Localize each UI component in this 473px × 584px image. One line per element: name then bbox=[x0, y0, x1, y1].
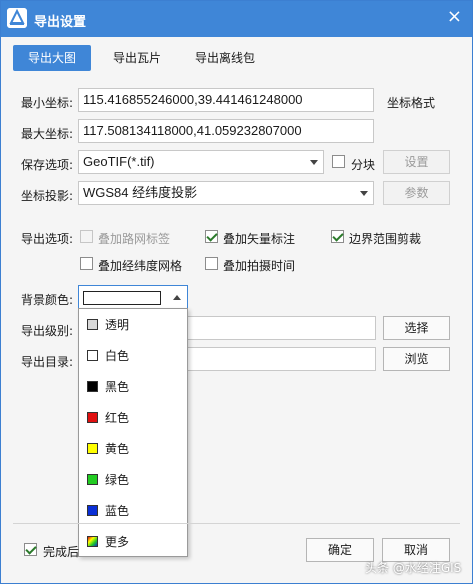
color-option-label: 白色 bbox=[105, 349, 130, 363]
boundary-clip-checkbox[interactable] bbox=[331, 230, 344, 243]
close-icon[interactable]: × bbox=[447, 8, 462, 26]
overlay-vector-labels-checkbox[interactable] bbox=[205, 230, 218, 243]
overlay-grid-label: 叠加经纬度网格 bbox=[98, 259, 183, 273]
color-option-black[interactable]: 黑色 bbox=[79, 371, 187, 402]
green-swatch-icon bbox=[87, 474, 98, 485]
color-option-red[interactable]: 红色 bbox=[79, 402, 187, 433]
overlay-road-labels-label: 叠加路网标签 bbox=[98, 232, 171, 246]
select-level-button[interactable]: 选择 bbox=[383, 316, 450, 340]
watermark-text: 头条 @水经注GIS bbox=[365, 561, 462, 575]
color-option-label: 绿色 bbox=[105, 473, 130, 487]
overlay-capture-time-checkbox[interactable] bbox=[205, 257, 218, 270]
color-swatch bbox=[83, 291, 161, 305]
boundary-clip-label: 边界范围剪裁 bbox=[349, 232, 422, 246]
export-options-label: 导出选项: bbox=[21, 232, 74, 246]
settings-button[interactable]: 设置 bbox=[383, 150, 450, 174]
chevron-down-icon bbox=[360, 191, 368, 196]
title-bar[interactable]: 导出设置 × bbox=[1, 1, 472, 37]
color-option-label: 透明 bbox=[105, 318, 130, 332]
save-format-value: GeoTIF(*.tif) bbox=[83, 154, 155, 169]
color-option-label: 蓝色 bbox=[105, 504, 130, 518]
yellow-swatch-icon bbox=[87, 443, 98, 454]
chevron-down-icon bbox=[310, 160, 318, 165]
max-coord-input[interactable]: 117.508134118000,41.059232807000 bbox=[78, 119, 374, 143]
done-action-label: 完成后 bbox=[43, 545, 80, 559]
tab-export-tiles[interactable]: 导出瓦片 bbox=[101, 45, 173, 71]
min-coord-label: 最小坐标: bbox=[21, 96, 74, 110]
color-option-label: 黑色 bbox=[105, 380, 130, 394]
browse-button[interactable]: 浏览 bbox=[383, 347, 450, 371]
projection-value: WGS84 经纬度投影 bbox=[83, 185, 198, 200]
coord-format-label[interactable]: 坐标格式 bbox=[387, 94, 435, 111]
max-coord-label: 最大坐标: bbox=[21, 127, 74, 141]
export-level-label: 导出级别: bbox=[21, 324, 74, 338]
black-swatch-icon bbox=[87, 381, 98, 392]
dialog-title: 导出设置 bbox=[34, 15, 87, 30]
app-logo-icon bbox=[7, 8, 27, 28]
color-option-white[interactable]: 白色 bbox=[79, 340, 187, 371]
save-option-label: 保存选项: bbox=[21, 158, 74, 172]
overlay-grid-checkbox[interactable] bbox=[80, 257, 93, 270]
color-option-yellow[interactable]: 黄色 bbox=[79, 433, 187, 464]
palette-swatch-icon bbox=[87, 536, 98, 547]
projection-select[interactable]: WGS84 经纬度投影 bbox=[78, 181, 374, 205]
red-swatch-icon bbox=[87, 412, 98, 423]
ok-button[interactable]: 确定 bbox=[306, 538, 374, 562]
footer-divider bbox=[13, 523, 460, 524]
tiling-label: 分块 bbox=[351, 158, 376, 172]
tiling-checkbox[interactable] bbox=[332, 155, 345, 168]
projection-label: 坐标投影: bbox=[21, 189, 74, 203]
color-option-green[interactable]: 绿色 bbox=[79, 464, 187, 495]
chevron-up-icon bbox=[173, 295, 181, 300]
color-option-label: 更多 bbox=[105, 535, 130, 549]
min-coord-input[interactable]: 115.416855246000,39.441461248000 bbox=[78, 88, 374, 112]
done-action-checkbox[interactable] bbox=[24, 543, 37, 556]
overlay-vector-labels-label: 叠加矢量标注 bbox=[223, 232, 296, 246]
color-option-more[interactable]: 更多 bbox=[79, 526, 187, 557]
color-option-blue[interactable]: 蓝色 bbox=[79, 495, 187, 526]
blue-swatch-icon bbox=[87, 505, 98, 516]
color-option-label: 红色 bbox=[105, 411, 130, 425]
overlay-road-labels-checkbox[interactable] bbox=[80, 230, 93, 243]
params-button[interactable]: 参数 bbox=[383, 181, 450, 205]
tab-export-offline-package[interactable]: 导出离线包 bbox=[183, 45, 267, 71]
color-option-transparent[interactable]: 透明 bbox=[79, 309, 187, 340]
bg-color-label: 背景颜色: bbox=[21, 293, 74, 307]
bg-color-select[interactable] bbox=[78, 285, 188, 309]
transparent-swatch-icon bbox=[87, 319, 98, 330]
export-dir-label: 导出目录: bbox=[21, 355, 74, 369]
white-swatch-icon bbox=[87, 350, 98, 361]
save-format-select[interactable]: GeoTIF(*.tif) bbox=[78, 150, 324, 174]
tab-export-large-image[interactable]: 导出大图 bbox=[13, 45, 91, 71]
color-dropdown-list: 透明 白色 黑色 红色 黄色 绿色 蓝色 更多 bbox=[78, 308, 188, 557]
color-option-label: 黄色 bbox=[105, 442, 130, 456]
overlay-capture-time-label: 叠加拍摄时间 bbox=[223, 259, 296, 273]
export-settings-dialog: 导出设置 × 导出大图 导出瓦片 导出离线包 最小坐标: 115.4168552… bbox=[0, 0, 473, 584]
